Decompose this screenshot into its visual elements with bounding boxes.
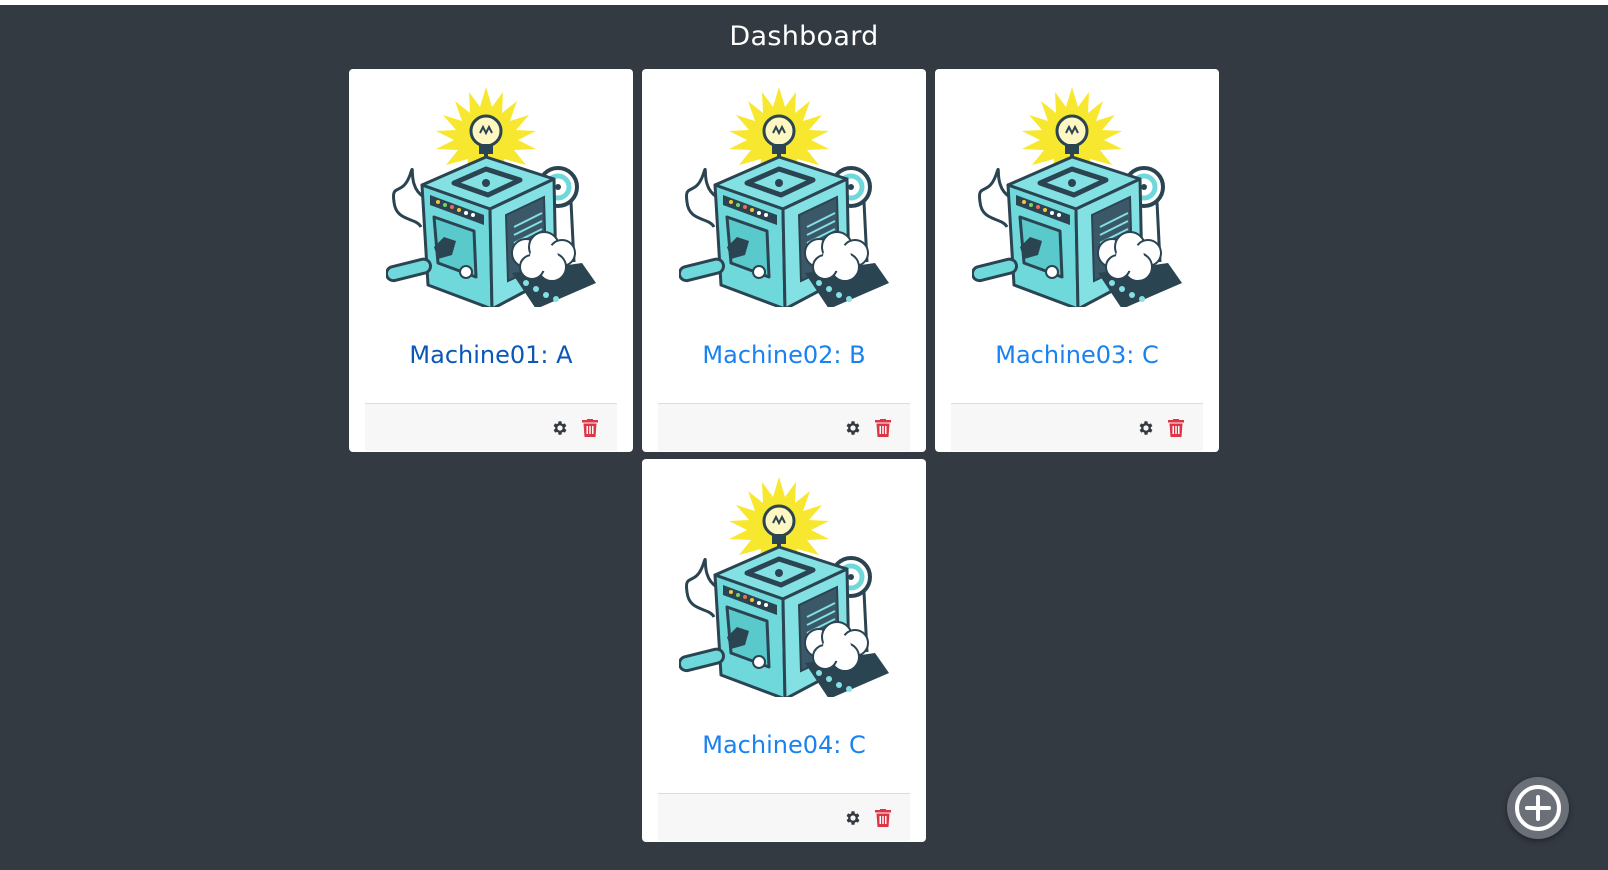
machine-card: Machine04: C xyxy=(642,459,926,842)
card-footer xyxy=(365,403,617,451)
add-machine-button[interactable] xyxy=(1507,777,1569,839)
trash-icon[interactable] xyxy=(875,809,891,827)
machine-card: Machine03: C xyxy=(935,69,1219,452)
gear-icon[interactable] xyxy=(844,809,862,827)
trash-icon[interactable] xyxy=(582,419,598,437)
machine-card: Machine01: A xyxy=(349,69,633,452)
machine-illustration xyxy=(386,87,596,307)
card-footer xyxy=(658,403,910,451)
gear-icon[interactable] xyxy=(844,419,862,437)
machine-illustration xyxy=(972,87,1182,307)
trash-icon[interactable] xyxy=(875,419,891,437)
plus-circle-icon xyxy=(1515,785,1561,831)
card-footer xyxy=(951,403,1203,451)
gear-icon[interactable] xyxy=(551,419,569,437)
dashboard-page: Dashboard Machine01: A Machine02: B Mach… xyxy=(0,5,1608,870)
page-title: Dashboard xyxy=(729,21,879,52)
trash-icon[interactable] xyxy=(1168,419,1184,437)
machine-card: Machine02: B xyxy=(642,69,926,452)
machine-name-link[interactable]: Machine02: B xyxy=(642,341,926,369)
machine-illustration xyxy=(679,477,889,697)
gear-icon[interactable] xyxy=(1137,419,1155,437)
machine-name-link[interactable]: Machine03: C xyxy=(935,341,1219,369)
machine-name-link[interactable]: Machine01: A xyxy=(349,341,633,369)
machine-illustration xyxy=(679,87,889,307)
machine-name-link[interactable]: Machine04: C xyxy=(642,731,926,759)
card-footer xyxy=(658,793,910,841)
